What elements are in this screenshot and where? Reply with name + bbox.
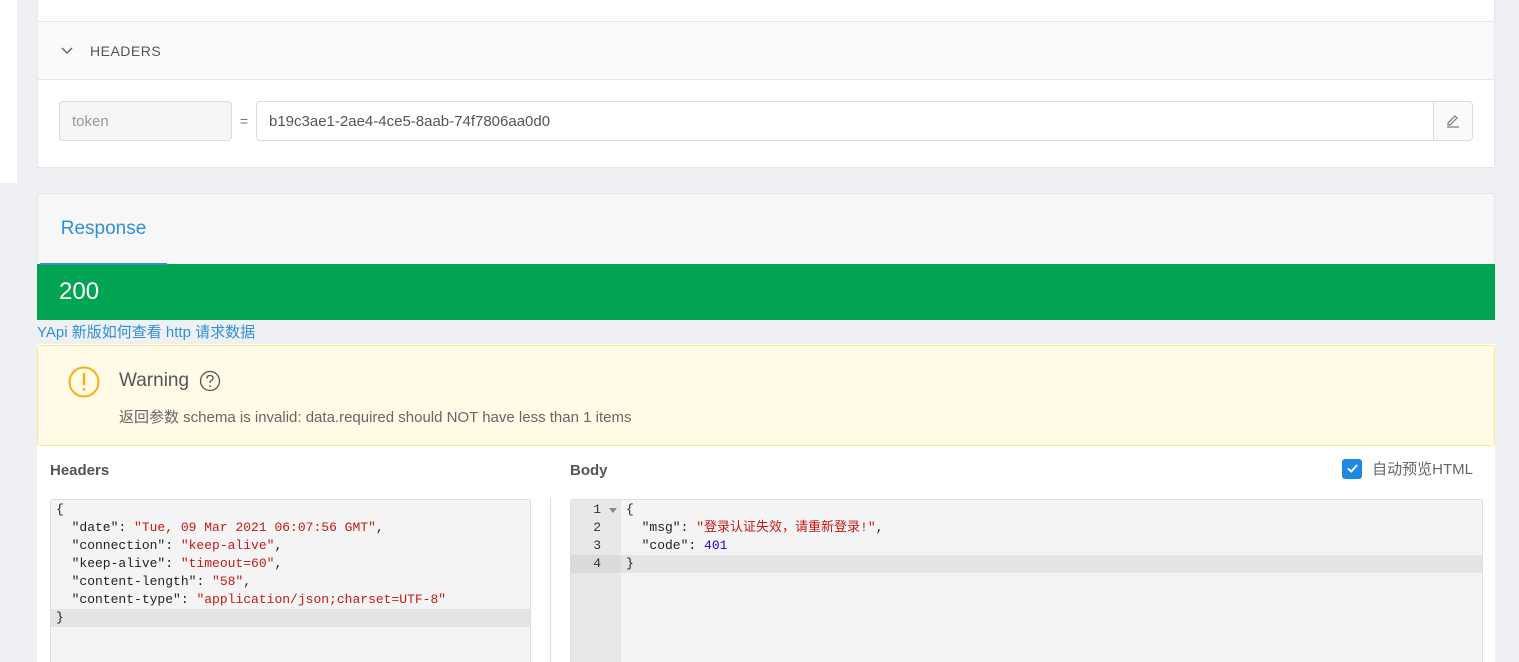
header-row: token = b19c3ae1-2ae4-4ce5-8aab-74f7806a… bbox=[59, 101, 1473, 141]
json-brace: { bbox=[626, 502, 634, 517]
json-string-value: "Tue, 09 Mar 2021 06:07:56 GMT" bbox=[134, 520, 376, 535]
chevron-down-icon bbox=[61, 46, 73, 54]
line-number-gutter: 12 3 4 bbox=[571, 500, 621, 662]
code-line: "content-length": "58", bbox=[51, 573, 530, 591]
json-number-value: 401 bbox=[704, 538, 728, 553]
json-comma: , bbox=[243, 574, 252, 589]
json-colon: : bbox=[118, 520, 135, 535]
json-comma: , bbox=[274, 556, 283, 571]
headers-section-title: HEADERS bbox=[90, 42, 162, 59]
json-brace: } bbox=[56, 610, 64, 625]
json-comma: , bbox=[274, 538, 283, 553]
fold-arrow-icon[interactable] bbox=[609, 508, 617, 513]
response-tabbar: Response bbox=[37, 193, 1495, 265]
equals-sign: = bbox=[239, 113, 249, 129]
header-value-input[interactable]: b19c3ae1-2ae4-4ce5-8aab-74f7806aa0d0 bbox=[256, 101, 1433, 141]
warning-title: Warning bbox=[119, 370, 190, 391]
code-line: } bbox=[621, 555, 1482, 573]
json-key: "content-type" bbox=[56, 592, 181, 607]
json-string-value: "登录认证失效，请重新登录!" bbox=[696, 520, 876, 535]
line-number: 4 bbox=[571, 555, 621, 573]
warning-title-row: Warning bbox=[119, 370, 221, 392]
request-headers-card: HEADERS token = b19c3ae1-2ae4-4ce5-8aab-… bbox=[37, 0, 1495, 168]
card-top-spacer bbox=[38, 0, 1494, 22]
tab-response[interactable]: Response bbox=[40, 194, 167, 265]
status-code-bar: 200 bbox=[37, 264, 1495, 320]
exclamation-circle-icon bbox=[68, 366, 100, 398]
json-key: "msg" bbox=[626, 520, 681, 535]
code-line: "content-type": "application/json;charse… bbox=[51, 591, 530, 609]
code-line: "msg": "登录认证失效，请重新登录!", bbox=[621, 519, 1482, 537]
json-string-value: "application/json;charset=UTF-8" bbox=[196, 592, 447, 607]
line-number: 1 bbox=[571, 501, 621, 519]
help-link[interactable]: YApi 新版如何查看 http 请求数据 bbox=[37, 320, 1495, 344]
code-line: "connection": "keep-alive", bbox=[51, 537, 530, 555]
json-comma: , bbox=[375, 520, 384, 535]
json-brace: { bbox=[56, 502, 64, 517]
warning-alert: Warning 返回参数 schema is invalid: data.req… bbox=[37, 345, 1495, 446]
edit-value-button[interactable] bbox=[1433, 101, 1473, 141]
warning-message: 返回参数 schema is invalid: data.required sh… bbox=[119, 409, 632, 426]
code-line: "keep-alive": "timeout=60", bbox=[51, 555, 530, 573]
auto-preview-label: 自动预览HTML bbox=[1372, 461, 1473, 478]
question-circle-icon[interactable] bbox=[199, 370, 221, 392]
column-divider bbox=[550, 498, 551, 662]
json-colon: : bbox=[196, 574, 213, 589]
response-body-editor[interactable]: 12 3 4 { "msg": "登录认证失效，请重新登录!", "code": 4… bbox=[570, 499, 1483, 662]
json-string-value: "keep-alive" bbox=[180, 538, 275, 553]
code-line: "code": 401 bbox=[621, 537, 1482, 555]
auto-preview-html-toggle[interactable]: 自动预览HTML bbox=[1342, 458, 1473, 479]
status-code: 200 bbox=[59, 278, 100, 305]
json-colon: : bbox=[688, 538, 705, 553]
code-line: { bbox=[51, 501, 530, 519]
json-key: "connection" bbox=[56, 538, 166, 553]
line-number: 3 bbox=[593, 538, 601, 553]
pencil-icon bbox=[1447, 115, 1459, 128]
left-panel-edge bbox=[0, 0, 17, 183]
json-key: "keep-alive" bbox=[56, 556, 166, 571]
json-key: "content-length" bbox=[56, 574, 197, 589]
json-key: "date" bbox=[56, 520, 119, 535]
json-key: "code" bbox=[626, 538, 689, 553]
checkbox-checked-icon[interactable] bbox=[1342, 458, 1363, 479]
json-colon: : bbox=[680, 520, 697, 535]
json-colon: : bbox=[165, 538, 181, 553]
code-line: } bbox=[51, 609, 530, 627]
response-body-label: Body bbox=[570, 462, 608, 479]
json-brace: } bbox=[626, 556, 634, 571]
response-panel: Response 200 YApi 新版如何查看 http 请求数据 Warni… bbox=[37, 193, 1495, 662]
code-line: { bbox=[621, 501, 1482, 519]
header-key-input[interactable]: token bbox=[59, 101, 232, 141]
line-number: 2 bbox=[593, 520, 601, 535]
response-headers-editor[interactable]: { "date": "Tue, 09 Mar 2021 06:07:56 GMT… bbox=[50, 499, 531, 662]
json-colon: : bbox=[165, 556, 181, 571]
headers-code-lines: { "date": "Tue, 09 Mar 2021 06:07:56 GMT… bbox=[51, 501, 530, 627]
body-code-lines: { "msg": "登录认证失效，请重新登录!", "code": 401} bbox=[621, 501, 1482, 573]
json-comma: , bbox=[875, 520, 884, 535]
response-headers-label: Headers bbox=[50, 462, 110, 479]
gutter-lines: 12 3 4 bbox=[571, 500, 621, 573]
headers-collapse-toggle[interactable]: HEADERS bbox=[38, 22, 1494, 80]
json-colon: : bbox=[180, 592, 197, 607]
code-line: "date": "Tue, 09 Mar 2021 06:07:56 GMT", bbox=[51, 519, 530, 537]
json-string-value: "58" bbox=[212, 574, 244, 589]
json-string-value: "timeout=60" bbox=[180, 556, 275, 571]
